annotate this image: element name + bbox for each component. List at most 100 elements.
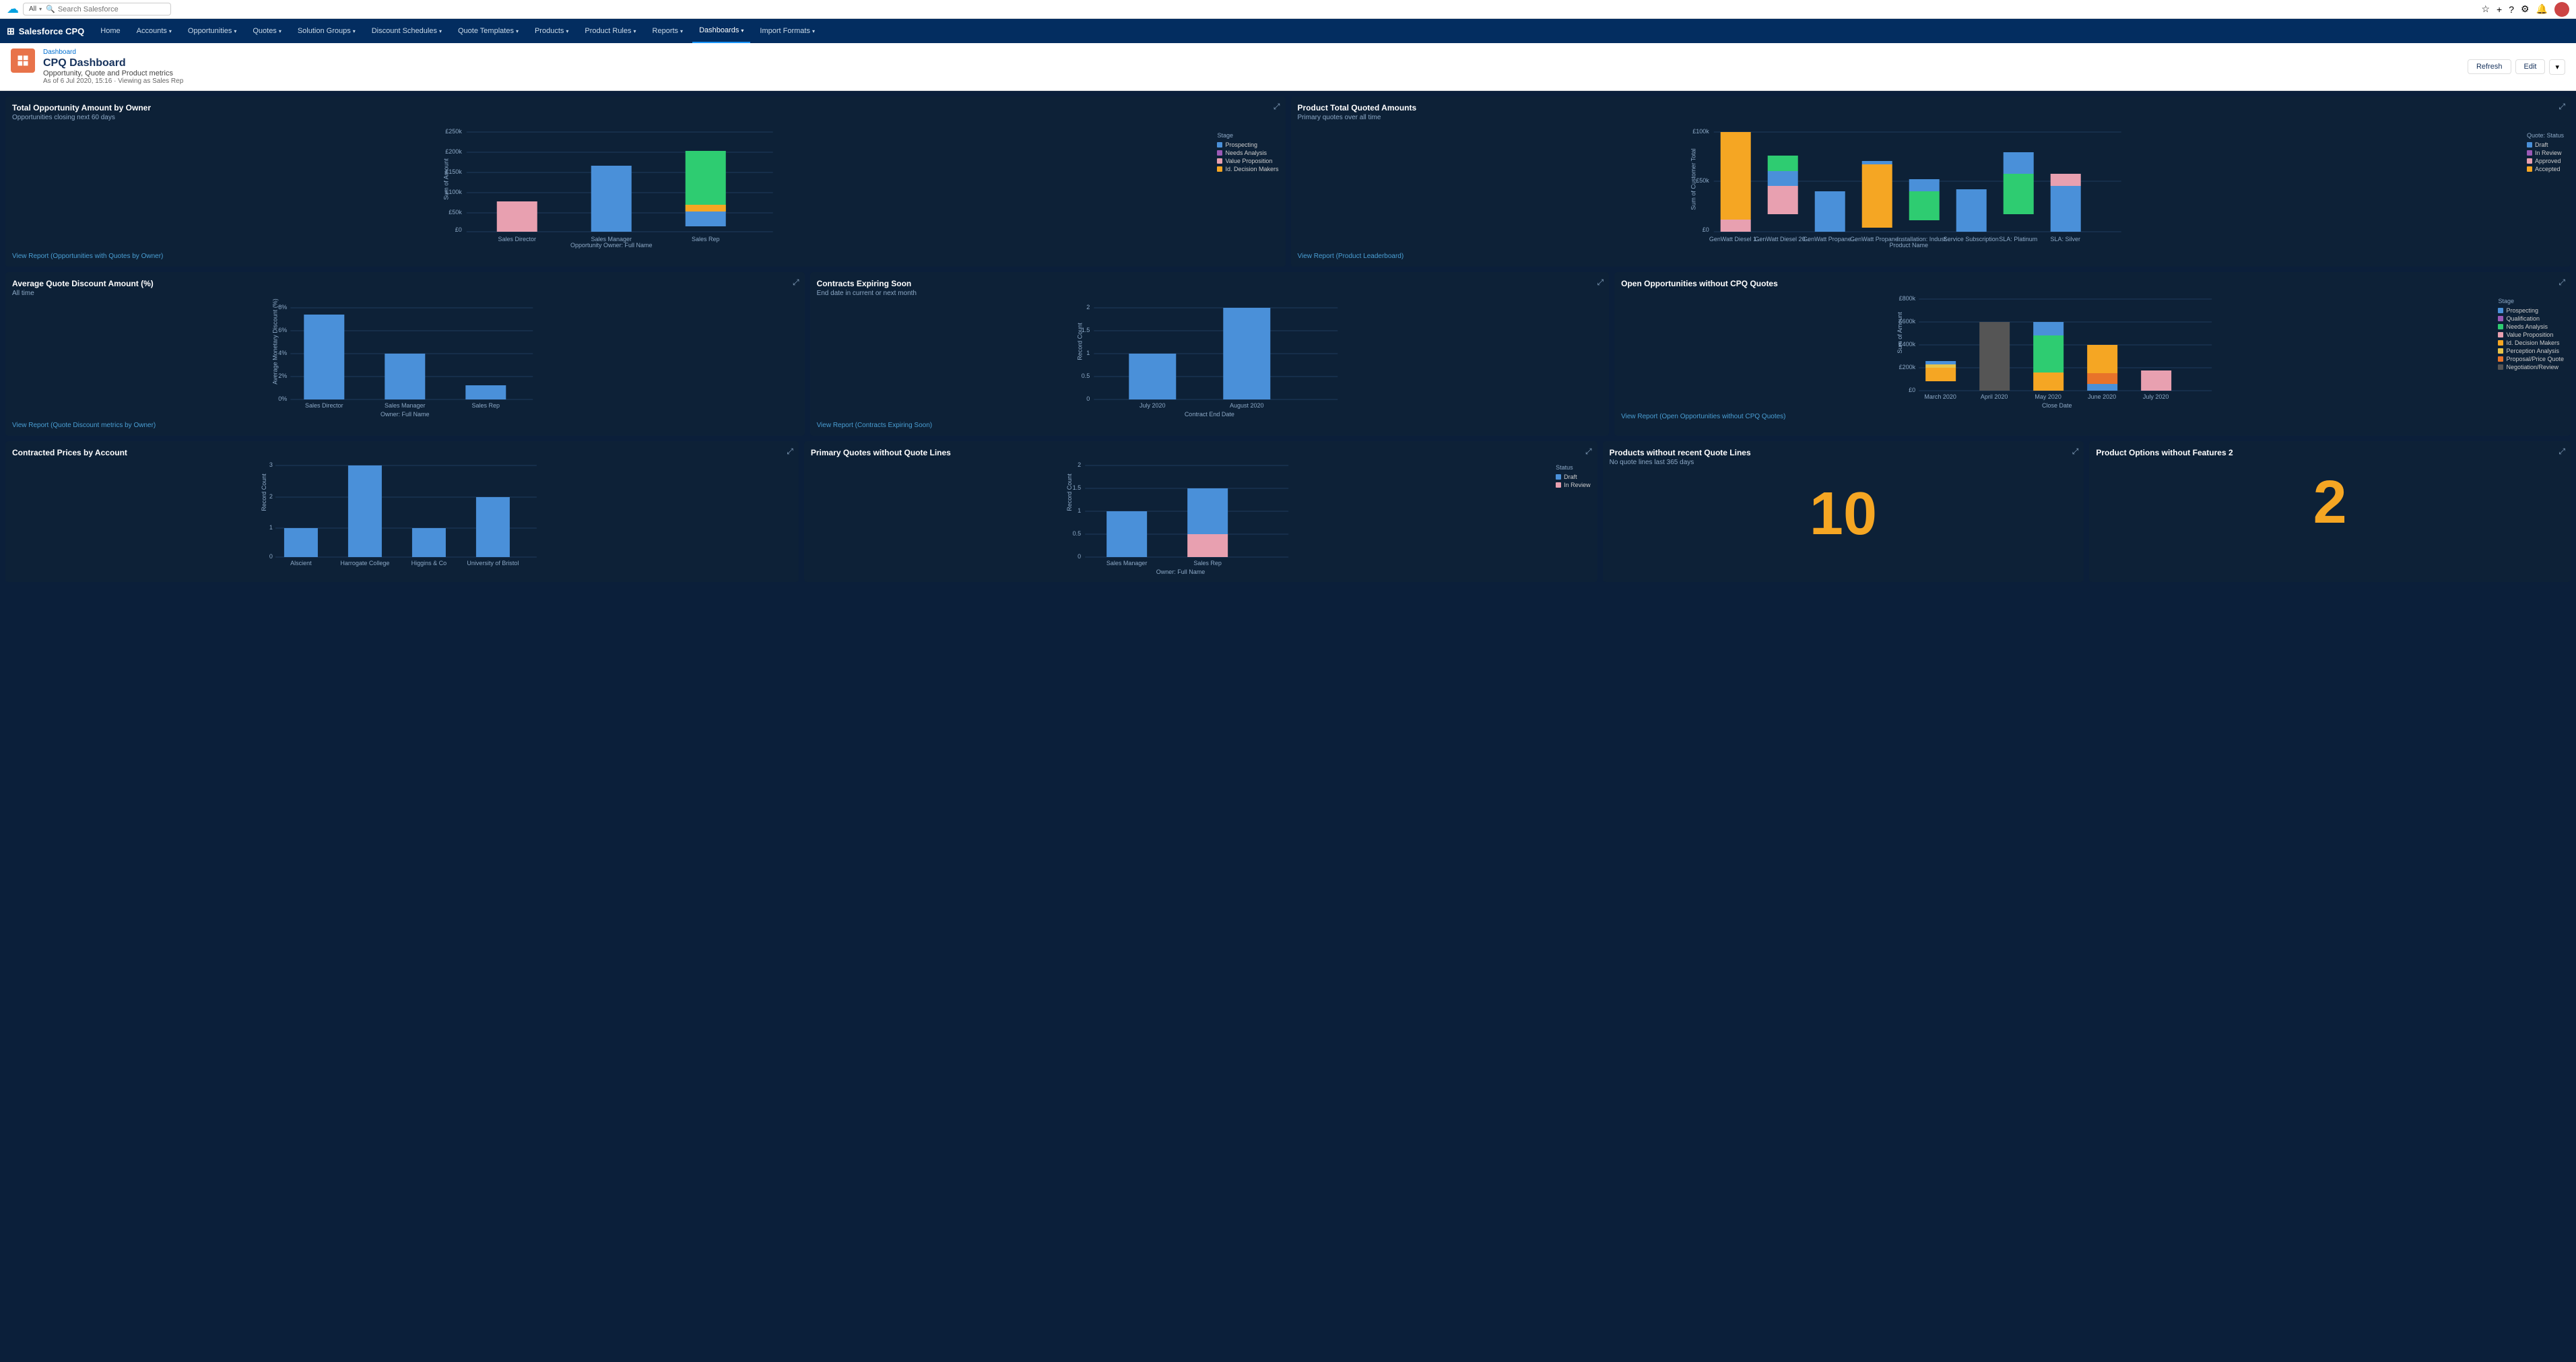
primary-quotes-chart: 2 1.5 1 0.5 0 Sales Manager [811, 459, 1550, 566]
svg-text:2: 2 [269, 493, 273, 500]
setup-icon[interactable]: ⚙ [2521, 3, 2530, 15]
notification-icon[interactable]: 🔔 [2536, 3, 2548, 15]
nav-item-products[interactable]: Products▾ [528, 19, 575, 43]
dashboard-meta: As of 6 Jul 2020, 15:16 · Viewing as Sal… [43, 77, 183, 85]
search-bar[interactable]: All ▾ 🔍 [23, 3, 171, 15]
search-input[interactable] [58, 5, 165, 13]
contracts-view-report[interactable]: View Report (Contracts Expiring Soon) [817, 422, 1603, 429]
product-legend-draft: Draft [2527, 141, 2564, 148]
nav-item-quotes[interactable]: Quotes▾ [246, 19, 288, 43]
products-no-quotes-expand-icon[interactable]: ⤢ [2072, 447, 2079, 457]
nav-grid-icon[interactable]: ⊞ [7, 26, 15, 37]
product-options-expand-icon[interactable]: ⤢ [2558, 447, 2565, 457]
add-icon[interactable]: + [2497, 4, 2502, 15]
svg-text:£50k: £50k [449, 209, 462, 216]
product-legend-in-review: In Review [2527, 150, 2564, 156]
nav-item-discount-schedules[interactable]: Discount Schedules▾ [365, 19, 449, 43]
nav-item-import-formats[interactable]: Import Formats▾ [753, 19, 822, 43]
top-bar: ☁ All ▾ 🔍 ☆ + ? ⚙ 🔔 [0, 0, 2576, 19]
open-opp-title: Open Opportunities without CPQ Quotes [1621, 279, 2564, 288]
svg-text:August 2020: August 2020 [1230, 402, 1264, 409]
card-contracts-expiring: Contracts Expiring Soon End date in curr… [810, 272, 1610, 436]
avg-x-axis: Owner: Full Name [12, 411, 798, 418]
svg-text:£200k: £200k [445, 148, 462, 155]
nav-item-accounts[interactable]: Accounts▾ [130, 19, 178, 43]
favorites-icon[interactable]: ☆ [2481, 3, 2490, 15]
all-dropdown[interactable]: All [29, 5, 36, 13]
nav-item-dashboards[interactable]: Dashboards▾ [692, 19, 750, 43]
expand-icon[interactable]: ⤢ [1274, 102, 1280, 112]
nav-item-reports[interactable]: Reports▾ [646, 19, 690, 43]
svg-text:Record Count: Record Count [1066, 474, 1073, 511]
svg-text:0: 0 [269, 553, 273, 560]
title-info: Dashboard CPQ Dashboard Opportunity, Quo… [43, 48, 183, 85]
dashboard-row-3: Contracted Prices by Account ⤢ 3 2 1 0 A… [5, 441, 2571, 582]
svg-text:3: 3 [269, 461, 273, 468]
svg-text:Sales Director: Sales Director [305, 402, 343, 409]
open-opp-x-axis: Close Date [1621, 402, 2492, 409]
open-opp-stage-label: Stage [2498, 298, 2564, 304]
avg-expand-icon[interactable]: ⤢ [793, 278, 799, 288]
product-options-title: Product Options without Features 2 [2096, 448, 2564, 457]
dashboard-row-1: Total Opportunity Amount by Owner Opport… [5, 96, 2571, 267]
svg-text:4%: 4% [278, 350, 287, 356]
avg-view-report[interactable]: View Report (Quote Discount metrics by O… [12, 422, 798, 429]
product-view-report[interactable]: View Report (Product Leaderboard) [1298, 253, 2565, 260]
page-title: CPQ Dashboard [43, 57, 183, 69]
svg-text:Sales Rep: Sales Rep [1193, 560, 1222, 566]
card-primary-quotes: Primary Quotes without Quote Lines ⤢ 2 1… [804, 441, 1597, 582]
nav-logo: ⊞ Salesforce CPQ [7, 26, 84, 37]
help-icon[interactable]: ? [2509, 4, 2514, 15]
legend-value-prop: Value Proposition [1217, 158, 1278, 164]
svg-text:June 2020: June 2020 [2088, 393, 2116, 400]
open-opp-chart: £800k £600k £400k £200k £0 [1621, 292, 2492, 400]
svg-text:Sales Director: Sales Director [498, 236, 536, 242]
primary-quotes-expand-icon[interactable]: ⤢ [1585, 447, 1592, 457]
title-bar: Dashboard CPQ Dashboard Opportunity, Quo… [0, 43, 2576, 91]
avatar[interactable] [2554, 2, 2569, 17]
svg-text:Sum of Amount: Sum of Amount [1896, 312, 1903, 354]
svg-text:Service Subscription: Service Subscription [1943, 236, 1998, 242]
contracts-subtitle: End date in current or next month [817, 290, 1603, 297]
breadcrumb[interactable]: Dashboard [43, 48, 183, 56]
nav-item-solution-groups[interactable]: Solution Groups▾ [291, 19, 362, 43]
contracts-expand-icon[interactable]: ⤢ [1597, 278, 1604, 288]
more-actions-button[interactable]: ▾ [2549, 59, 2565, 75]
opp-legend: Prospecting Needs Analysis Value Proposi… [1217, 141, 1278, 172]
product-options-value: 2 [2096, 459, 2564, 546]
legend-opp-needs: Needs Analysis [2498, 323, 2564, 330]
contracted-expand-icon[interactable]: ⤢ [787, 447, 793, 457]
products-no-quotes-subtitle: No quote lines last 365 days [1610, 459, 2078, 466]
refresh-button[interactable]: Refresh [2468, 59, 2511, 74]
nav-item-product-rules[interactable]: Product Rules▾ [578, 19, 642, 43]
nav-item-opportunities[interactable]: Opportunities▾ [181, 19, 243, 43]
open-opp-view-report[interactable]: View Report (Open Opportunities without … [1621, 413, 2564, 420]
opp-view-report[interactable]: View Report (Opportunities with Quotes b… [12, 253, 1279, 260]
svg-text:Sum of Amount: Sum of Amount [443, 158, 450, 200]
svg-text:0: 0 [1086, 395, 1090, 402]
card-products-no-quotes: Products without recent Quote Lines No q… [1603, 441, 2084, 582]
svg-text:£100k: £100k [1692, 128, 1709, 135]
search-dropdown-icon[interactable]: ▾ [39, 6, 42, 12]
legend-opp-prospecting: Prospecting [2498, 307, 2564, 314]
nav-item-quote-templates[interactable]: Quote Templates▾ [451, 19, 525, 43]
svg-text:Record Count: Record Count [261, 474, 267, 511]
svg-text:Sales Rep: Sales Rep [692, 236, 720, 242]
opportunities-chevron: ▾ [234, 28, 236, 34]
nav-item-home[interactable]: Home [94, 19, 127, 43]
edit-button[interactable]: Edit [2515, 59, 2546, 74]
card-open-opp: Open Opportunities without CPQ Quotes ⤢ … [1614, 272, 2571, 436]
open-opp-expand-icon[interactable]: ⤢ [2558, 278, 2565, 288]
product-chart-svg: £100k £50k £0 GenWatt Diesel 1... [1298, 125, 2520, 247]
legend-opp-qualification: Qualification [2498, 315, 2564, 322]
svg-text:2: 2 [1078, 461, 1081, 468]
svg-text:University of Bristol: University of Bristol [467, 560, 519, 566]
svg-text:£0: £0 [455, 226, 462, 233]
svg-text:Higgins & Co: Higgins & Co [411, 560, 447, 566]
svg-text:£0: £0 [1702, 226, 1709, 233]
product-total-subtitle: Primary quotes over all time [1298, 114, 2565, 121]
dashboard-icon [11, 48, 35, 73]
product-expand-icon[interactable]: ⤢ [2558, 102, 2565, 112]
contracted-title: Contracted Prices by Account [12, 448, 792, 457]
contracts-x-axis: Contract End Date [817, 411, 1603, 418]
